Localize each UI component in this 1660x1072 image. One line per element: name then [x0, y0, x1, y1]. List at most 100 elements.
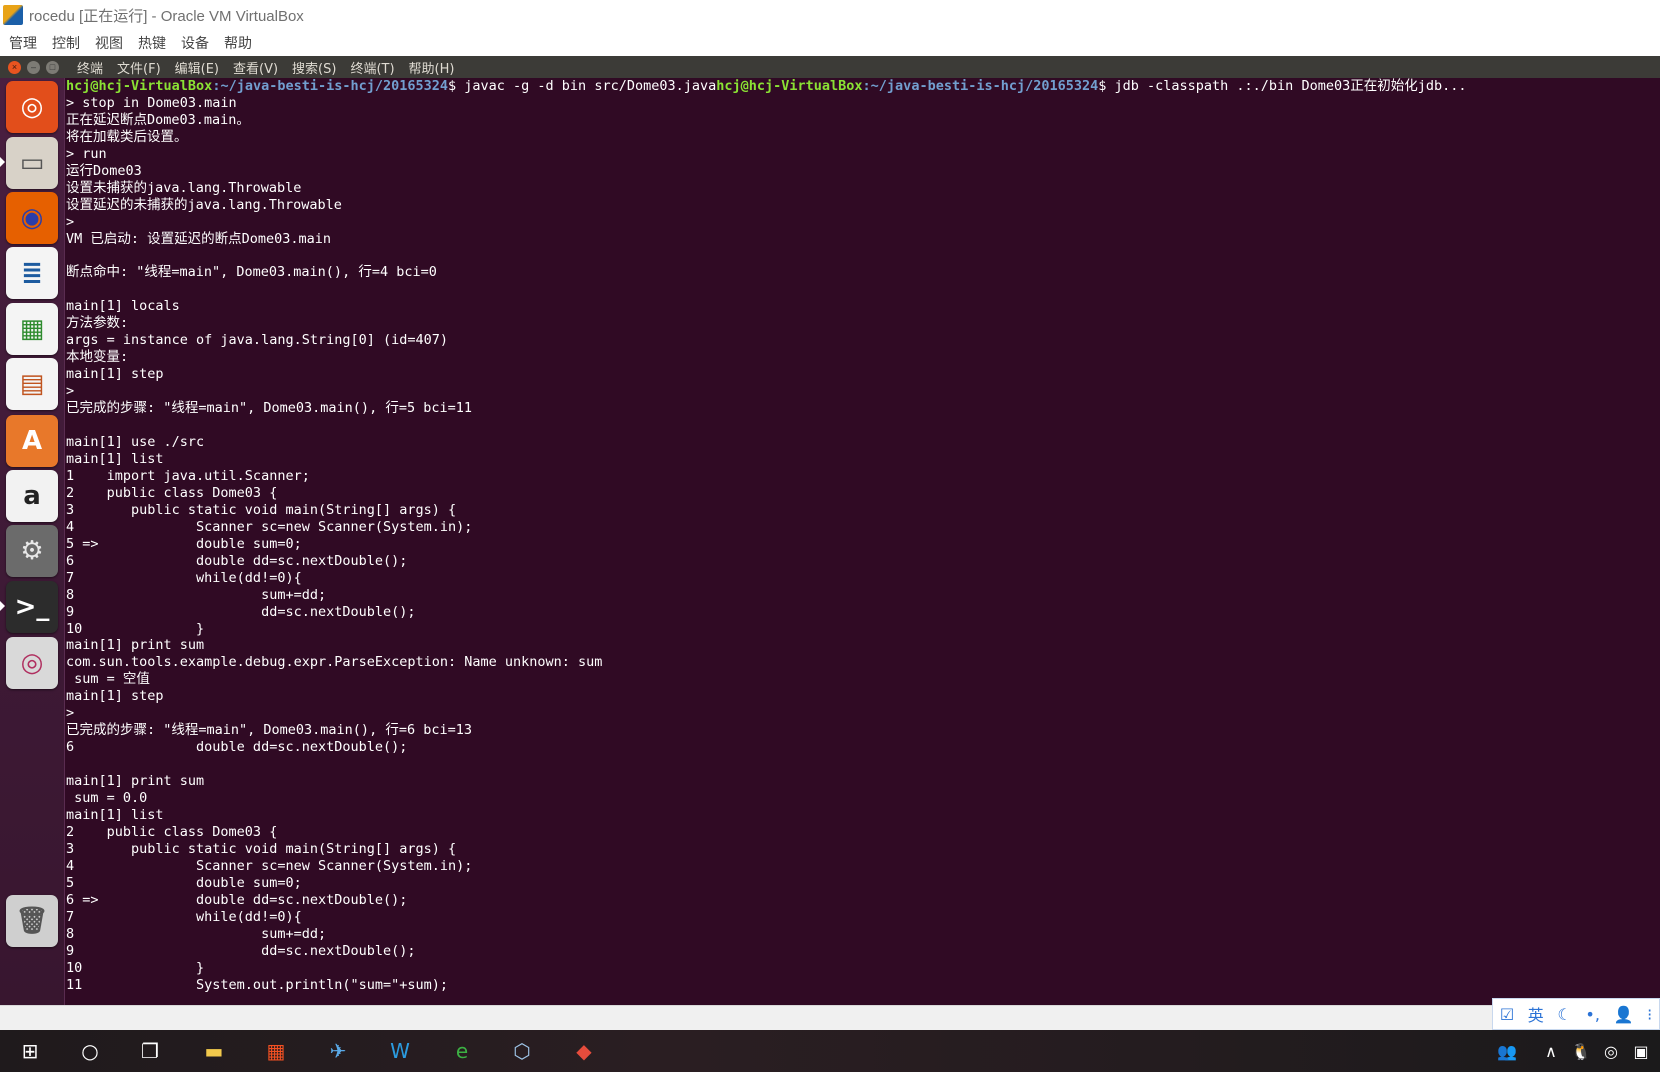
terminal-line: 8 sum+=dd; — [66, 586, 327, 603]
terminal-line: VM 已启动: 设置延迟的断点Dome03.main — [66, 230, 332, 247]
ime-punct-icon[interactable]: •, — [1585, 1005, 1600, 1024]
terminal-line: 4 Scanner sc=new Scanner(System.in); — [66, 857, 473, 874]
command-jdb: $ jdb -classpath .:./bin Dome03正在初始化jdb.… — [1098, 78, 1467, 94]
terminal-line: 5 => double sum=0; — [66, 535, 302, 552]
terminal-line: > — [66, 705, 75, 722]
terminal-line: > stop in Dome03.main — [66, 94, 237, 111]
qq-icon[interactable]: 🐧 — [1570, 1040, 1592, 1062]
firefox-icon-glyph: ◉ — [20, 203, 44, 233]
vbox-menu-help[interactable]: 帮助 — [224, 33, 252, 53]
terminal-line: main[1] list — [66, 806, 164, 823]
terminal-line: main[1] print sum — [66, 773, 205, 790]
unity-launcher: ◎ ▭ ◉ ≣ ▦ ▤ Aa ⚙ >_ ◎ 🗑 — [0, 78, 65, 1005]
files-icon[interactable]: ▭ — [6, 137, 58, 189]
tray-green-icon[interactable]: ◎ — [1600, 1040, 1622, 1062]
software-center-icon-glyph: A — [21, 426, 43, 456]
terminal-line: 设置未捕获的java.lang.Throwable — [66, 179, 302, 196]
terminal-icon[interactable]: >_ — [6, 581, 58, 633]
calc-icon[interactable]: ▦ — [6, 303, 58, 355]
ime-moon-icon[interactable]: ☾ — [1557, 1005, 1571, 1024]
trash-icon[interactable]: 🗑 — [6, 895, 58, 947]
vbox-menubar: 管理 控制 视图 热键 设备 帮助 — [0, 30, 1660, 56]
writer-icon-glyph: ≣ — [21, 258, 43, 288]
cortana-search-icon[interactable]: ○ — [76, 1038, 104, 1064]
guest-menu-terminal-app[interactable]: 终端 — [77, 58, 103, 77]
firefox-icon[interactable]: ◉ — [6, 192, 58, 244]
people-icon[interactable]: 👥 — [1496, 1040, 1518, 1062]
terminal-line: 4 Scanner sc=new Scanner(System.in); — [66, 518, 473, 535]
windows-start-icon[interactable]: ⊞ — [16, 1038, 44, 1064]
terminal-line: args = instance of java.lang.String[0] (… — [66, 332, 449, 349]
ubuntu-dash-icon-glyph: ◎ — [20, 92, 44, 122]
vbox-menu-manage[interactable]: 管理 — [9, 33, 37, 53]
dvd-icon-glyph: ◎ — [20, 648, 44, 678]
terminal-line: 本地变量: — [66, 349, 129, 366]
guest-menu-search[interactable]: 搜索(S) — [292, 58, 336, 77]
terminal-line: 设置延迟的未捕获的java.lang.Throwable — [66, 196, 342, 213]
ime-checkbox-icon[interactable]: ☑ — [1500, 1005, 1514, 1024]
ime-lang-label[interactable]: 英 — [1528, 1002, 1544, 1026]
guest-menu-view[interactable]: 查看(V) — [233, 58, 278, 77]
virtualbox-icon[interactable]: ⬡ — [508, 1038, 536, 1064]
terminal-line: 5 double sum=0; — [66, 874, 302, 891]
browser-e-icon[interactable]: e — [448, 1038, 476, 1064]
guest-menu-edit[interactable]: 编辑(E) — [175, 58, 219, 77]
system-settings-icon[interactable]: ⚙ — [6, 525, 58, 577]
vbox-menu-hotkeys[interactable]: 热键 — [138, 33, 166, 53]
ime-user-icon[interactable]: 👤 — [1614, 1005, 1634, 1024]
terminal-line: 9 dd=sc.nextDouble(); — [66, 942, 416, 959]
window-title: rocedu [正在运行] - Oracle VM VirtualBox — [29, 7, 304, 25]
terminal-line: > — [66, 213, 75, 230]
impress-icon-glyph: ▤ — [19, 369, 45, 399]
terminal-line: main[1] list — [66, 450, 164, 467]
terminal-output[interactable]: hcj@hcj-VirtualBox :~/java-besti-is-hcj/2… — [66, 78, 1660, 1005]
dvd-icon[interactable]: ◎ — [6, 637, 58, 689]
terminal-line: 运行Dome03 — [66, 162, 142, 179]
microsoft-store-icon[interactable]: ▦ — [262, 1038, 290, 1064]
prompt-path: :~/java-besti-is-hcj/20165324 — [212, 78, 449, 94]
ime-more-icon[interactable]: ⁝ — [1647, 1005, 1652, 1024]
close-window-button[interactable]: × — [8, 60, 21, 74]
terminal-line: 8 sum+=dd; — [66, 925, 327, 942]
terminal-line: 11 System.out.println("sum="+sum); — [66, 976, 449, 993]
software-center-icon[interactable]: A — [6, 415, 58, 467]
command-javac: $ javac -g -d bin src/Dome03.java — [448, 78, 717, 94]
terminal-line: 7 while(dd!=0){ — [66, 569, 302, 586]
trash-icon-glyph: 🗑 — [15, 906, 49, 936]
nvidia-icon[interactable]: ▣ — [1630, 1040, 1652, 1062]
terminal-line: sum = 空值 — [66, 671, 150, 688]
writer-icon[interactable]: ≣ — [6, 247, 58, 299]
vbox-menu-view[interactable]: 视图 — [95, 33, 123, 53]
file-explorer-icon[interactable]: ▬ — [200, 1038, 228, 1064]
vbox-menu-control[interactable]: 控制 — [52, 33, 80, 53]
guest-menu-file[interactable]: 文件(F) — [117, 58, 161, 77]
maximize-window-button[interactable]: □ — [46, 60, 59, 74]
app-red-icon[interactable]: ◆ — [570, 1038, 598, 1064]
app-w-icon[interactable]: W — [386, 1038, 414, 1064]
ubuntu-dash-icon[interactable]: ◎ — [6, 81, 58, 133]
minimize-window-button[interactable]: – — [27, 60, 40, 74]
vbox-menu-devices[interactable]: 设备 — [181, 33, 209, 53]
terminal-line: 已完成的步骤: "线程=main", Dome03.main(), 行=5 bc… — [66, 400, 472, 417]
guest-top-panel: × – □ 终端 文件(F) 编辑(E) 查看(V) 搜索(S) 终端(T) 帮… — [0, 56, 1660, 78]
prompt-user: hcj@hcj-VirtualBox — [716, 78, 863, 94]
terminal-body: > stop in Dome03.main 正在延迟断点Dome03.main。… — [66, 95, 602, 993]
terminal-line: 10 } — [66, 620, 205, 637]
terminal-line: 方法参数: — [66, 315, 129, 332]
terminal-line: main[1] step — [66, 366, 164, 383]
guest-menu-terminal[interactable]: 终端(T) — [350, 58, 394, 77]
app-bird-icon[interactable]: ✈ — [324, 1038, 352, 1064]
amazon-icon-glyph: a — [23, 481, 41, 511]
terminal-line: main[1] print sum — [66, 637, 205, 654]
guest-menu-help[interactable]: 帮助(H) — [409, 58, 455, 77]
impress-icon[interactable]: ▤ — [6, 358, 58, 410]
amazon-icon[interactable]: a — [6, 470, 58, 522]
terminal-line: 3 public static void main(String[] args)… — [66, 501, 457, 518]
terminal-line: > run — [66, 145, 107, 162]
tray-expand-icon[interactable]: ∧ — [1540, 1040, 1562, 1062]
task-view-icon[interactable]: ❐ — [136, 1038, 164, 1064]
virtualbox-app-icon — [3, 5, 23, 25]
vbox-status-strip: ☑ 英 ☾ •, 👤 ⁝ — [0, 998, 1660, 1031]
terminal-line: main[1] step — [66, 688, 164, 705]
terminal-line: 7 while(dd!=0){ — [66, 908, 302, 925]
